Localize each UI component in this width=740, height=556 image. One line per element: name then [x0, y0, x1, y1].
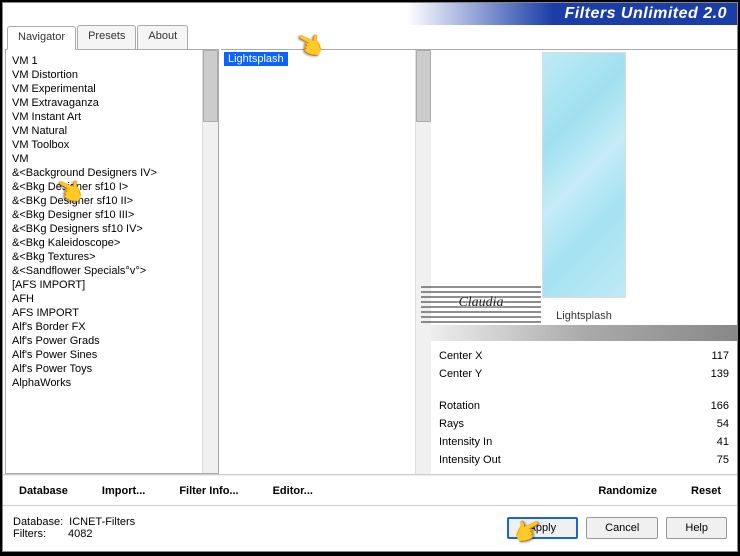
category-item[interactable]: Alf's Power Sines [12, 348, 202, 362]
category-item[interactable]: VM Natural [12, 124, 202, 138]
param-name: Rays [439, 418, 464, 430]
cancel-button[interactable]: Cancel [586, 517, 658, 539]
navigator-panel: Navigator Presets About VM 1VM Distortio… [3, 25, 221, 474]
param-value: 54 [717, 418, 729, 430]
tab-navigator[interactable]: Navigator [7, 26, 76, 50]
filter-item-selected[interactable]: Lightsplash [224, 52, 288, 66]
main-area: Navigator Presets About VM 1VM Distortio… [3, 25, 737, 475]
category-item[interactable]: AlphaWorks [12, 376, 202, 390]
category-item[interactable]: VM [12, 152, 202, 166]
status-info: Database:ICNET-Filters Filters:4082 [13, 516, 135, 540]
category-item[interactable]: VM Distortion [12, 68, 202, 82]
category-item[interactable]: &<Bkg Textures> [12, 250, 202, 264]
category-item[interactable]: [AFS IMPORT] [12, 278, 202, 292]
param-value: 75 [717, 454, 729, 466]
category-item[interactable]: &<Bkg Kaleidoscope> [12, 236, 202, 250]
param-name: Intensity In [439, 436, 492, 448]
category-item[interactable]: VM 1 [12, 54, 202, 68]
param-value: 139 [711, 368, 729, 380]
category-item[interactable]: VM Experimental [12, 82, 202, 96]
preview-panel: Lightsplash Center X117Center Y139Rotati… [431, 49, 737, 474]
scrollbar[interactable] [202, 50, 218, 473]
category-item[interactable]: VM Toolbox [12, 138, 202, 152]
toolbar-filter-info[interactable]: Filter Info... [179, 485, 238, 497]
tab-about[interactable]: About [137, 25, 188, 49]
category-item[interactable]: &<Background Designers IV> [12, 166, 202, 180]
filter-list[interactable]: Lightsplash [221, 50, 415, 474]
category-item[interactable]: &<Bkg Designer sf10 I> [12, 180, 202, 194]
category-item[interactable]: Alf's Border FX [12, 320, 202, 334]
param-name: Intensity Out [439, 454, 501, 466]
scrollbar[interactable] [415, 50, 431, 474]
param-name: Center Y [439, 368, 482, 380]
filter-panel: Lightsplash 👉 [221, 49, 431, 474]
toolbar-import[interactable]: Import... [102, 485, 145, 497]
footer: Database:ICNET-Filters Filters:4082 Appl… [3, 505, 737, 549]
app-title: Filters Unlimited 2.0 [564, 5, 727, 23]
param-row[interactable]: Rays 54 [439, 415, 729, 433]
category-item[interactable]: &<BKg Designer sf10 II> [12, 194, 202, 208]
tab-strip: Navigator Presets About [3, 25, 221, 49]
tab-presets[interactable]: Presets [77, 25, 136, 49]
param-row[interactable]: Center Y 139 [439, 365, 729, 383]
dialog-window: Filters Unlimited 2.0 Navigator Presets … [2, 2, 738, 552]
slider-gradient[interactable] [431, 325, 737, 341]
category-item[interactable]: Alf's Power Toys [12, 362, 202, 376]
param-row[interactable]: Intensity Out 75 [439, 451, 729, 469]
category-item[interactable]: AFS IMPORT [12, 306, 202, 320]
dialog-buttons: Apply Cancel Help [507, 517, 727, 539]
category-item[interactable]: &<Sandflower Specials°v°> [12, 264, 202, 278]
preview-image [542, 52, 626, 298]
help-button[interactable]: Help [666, 517, 727, 539]
toolbar-editor[interactable]: Editor... [273, 485, 313, 497]
category-list[interactable]: VM 1VM DistortionVM ExperimentalVM Extra… [6, 50, 202, 473]
toolbar: Database Import... Filter Info... Editor… [3, 475, 737, 505]
apply-button[interactable]: Apply [507, 517, 579, 539]
toolbar-reset[interactable]: Reset [691, 485, 721, 497]
toolbar-randomize[interactable]: Randomize [598, 485, 657, 497]
param-name: Center X [439, 350, 482, 362]
category-item[interactable]: AFH [12, 292, 202, 306]
toolbar-database[interactable]: Database [19, 485, 68, 497]
category-item[interactable]: &<BKg Designers sf10 IV> [12, 222, 202, 236]
category-item[interactable]: &<Bkg Designer sf10 III> [12, 208, 202, 222]
category-item[interactable]: VM Extravaganza [12, 96, 202, 110]
preview-area [431, 49, 737, 307]
watermark: Claudia [421, 283, 541, 323]
category-item[interactable]: Alf's Power Grads [12, 334, 202, 348]
category-list-wrap: VM 1VM DistortionVM ExperimentalVM Extra… [5, 49, 219, 474]
param-row[interactable]: Intensity In 41 [439, 433, 729, 451]
parameter-list: Center X 117 Center Y 139 Rotation 166 Rays 54 I… [431, 341, 737, 469]
param-row[interactable]: Center X 117 [439, 347, 729, 365]
param-value: 166 [711, 400, 729, 412]
title-bar: Filters Unlimited 2.0 [3, 3, 737, 25]
param-value: 41 [717, 436, 729, 448]
category-item[interactable]: VM Instant Art [12, 110, 202, 124]
param-name: Rotation [439, 400, 480, 412]
param-row[interactable]: Rotation 166 [439, 397, 729, 415]
param-value: 117 [711, 350, 729, 362]
